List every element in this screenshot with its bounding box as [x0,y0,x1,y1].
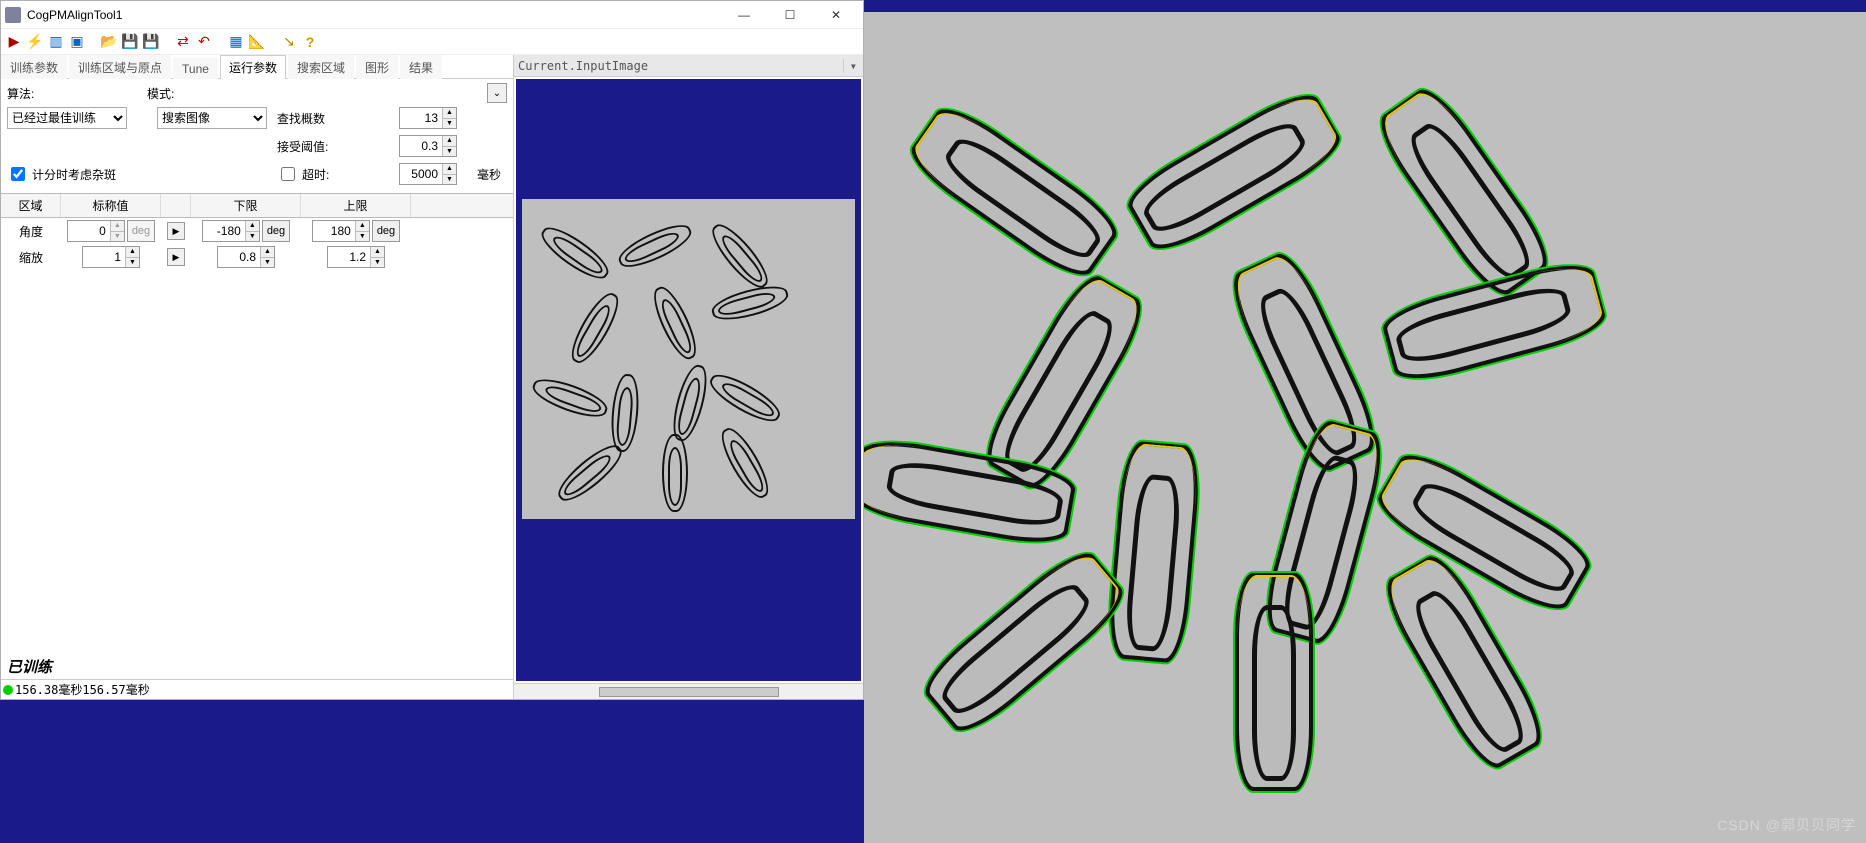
image-viewer-panel: Current.InputImage ▾ [513,55,863,699]
expand-row-button[interactable]: ▶ [167,248,185,266]
toolbar: ▶ ⚡ ▥ ▣ 📂 💾 💾 ⇄ ↶ ▦ 📐 ↘ ? [1,29,863,55]
find-count-input[interactable] [400,108,442,128]
open-icon[interactable]: 📂 [100,33,118,51]
col-header: 上限 [301,194,411,217]
score-noise-checkbox[interactable] [11,167,25,181]
page1-icon[interactable]: ▥ [47,33,65,51]
accept-spinner[interactable]: ▲▼ [399,135,457,157]
help-icon[interactable]: ? [301,33,319,51]
paperclip-shape [647,282,704,364]
paperclip-shape [614,218,696,275]
lo-spinner[interactable]: ▲▼ [202,220,260,242]
app-icon [5,7,21,23]
trained-status: 已训练 [1,654,513,679]
range-row-label: 缩放 [1,249,61,266]
tabstrip: 训练参数训练区域与原点Tune运行参数搜索区域图形结果 [1,55,513,79]
col-header [161,194,191,217]
input-image-canvas[interactable] [516,79,861,681]
paperclip-shape [714,423,776,504]
nominal-spinner[interactable]: ▲▼ [67,220,125,242]
image-scrollbar[interactable] [514,683,863,699]
output-image-canvas[interactable]: CSDN @郭贝贝同学 [864,12,1866,843]
paperclip-shape [529,372,611,423]
save-icon[interactable]: 💾 [121,33,139,51]
unit-button[interactable]: deg [127,220,155,242]
find-count-spinner[interactable]: ▲▼ [399,107,457,129]
accept-input[interactable] [400,136,442,156]
minimize-button[interactable]: — [721,2,767,28]
find-count-label: 查找概数 [277,112,325,126]
unit-button[interactable]: deg [262,220,290,242]
timing-status: 156.38毫秒156.57毫秒 [1,679,513,699]
window-title: CogPMAlignTool1 [27,8,721,22]
mode-label: 模式: [147,85,277,102]
params-panel: 训练参数训练区域与原点Tune运行参数搜索区域图形结果 算法: 模式: ⌄ 已经… [1,55,513,699]
nominal-spinner[interactable]: ▲▼ [82,246,140,268]
timeout-spinner[interactable]: ▲▼ [399,163,457,185]
score-noise-label: 计分时考虑杂斑 [32,166,116,183]
tab-3[interactable]: 运行参数 [220,55,286,79]
maximize-button[interactable]: ☐ [767,2,813,28]
col-header: 下限 [191,194,301,217]
expand-row-button[interactable]: ▶ [167,222,185,240]
algo-select[interactable]: 已经过最佳训练 [7,107,127,129]
paperclip-shape [536,220,615,286]
ruler-icon[interactable]: 📐 [248,33,266,51]
detected-paperclip [1105,439,1204,665]
disk-icon[interactable]: ▣ [68,33,86,51]
hi-spinner[interactable]: ▲▼ [327,246,385,268]
range-row: 角度▲▼deg▶▲▼deg▲▼deg [1,218,513,244]
save-as-icon[interactable]: 💾 [142,33,160,51]
titlebar: CogPMAlignTool1 — ☐ ✕ [1,1,863,29]
timeout-checkbox[interactable] [281,167,295,181]
detected-paperclip [914,541,1134,744]
numbers-icon[interactable]: ▦ [227,33,245,51]
status-dot-icon [3,685,13,695]
tab-5[interactable]: 图形 [356,55,398,79]
paperclip-shape [564,288,626,369]
swap-icon[interactable]: ⇄ [174,33,192,51]
paperclip-shape [609,373,642,453]
lo-spinner[interactable]: ▲▼ [217,246,275,268]
detected-paperclip [1234,572,1314,792]
paperclip-shape [552,438,628,508]
hi-spinner[interactable]: ▲▼ [312,220,370,242]
range-row: 缩放 ▲▼ ▶ ▲▼ ▲▼ [1,244,513,270]
image-dropdown-icon[interactable]: ▾ [843,59,863,73]
lightning-icon[interactable]: ⚡ [26,33,44,51]
watermark-text: CSDN @郭贝贝同学 [1717,815,1856,835]
paperclip-shape [667,362,712,444]
paperclip-shape [709,280,791,325]
range-row-label: 角度 [1,223,61,240]
col-header: 区域 [1,194,61,217]
timeout-unit: 毫秒 [477,168,501,182]
pointer-icon[interactable]: ↘ [280,33,298,51]
tab-4[interactable]: 搜索区域 [288,55,354,79]
paperclip-shape [662,434,688,512]
collapse-button[interactable]: ⌄ [487,83,507,103]
algo-label: 算法: [7,85,147,102]
timeout-label: 超时: [302,166,329,183]
run-icon[interactable]: ▶ [5,33,23,51]
image-source-label: Current.InputImage [518,59,648,73]
unit-button[interactable]: deg [372,220,400,242]
accept-label: 接受阈值: [277,140,328,154]
undo-icon[interactable]: ↶ [195,33,213,51]
timing-text: 156.38毫秒156.57毫秒 [15,681,150,698]
detected-paperclip [1119,82,1350,261]
paperclip-shape [705,218,775,294]
tab-1[interactable]: 训练区域与原点 [69,55,171,79]
mode-select[interactable]: 搜索图像 [157,107,267,129]
range-table: 区域标称值下限上限 角度▲▼deg▶▲▼deg▲▼deg缩放▲▼▶▲▼▲▼ [1,193,513,270]
tab-6[interactable]: 结果 [400,55,442,79]
detected-paperclip [901,96,1127,288]
close-button[interactable]: ✕ [813,2,859,28]
tab-0[interactable]: 训练参数 [1,55,67,79]
tab-2[interactable]: Tune [173,58,218,79]
col-header: 标称值 [61,194,161,217]
tool-window: CogPMAlignTool1 — ☐ ✕ ▶ ⚡ ▥ ▣ 📂 💾 💾 ⇄ ↶ … [0,0,864,700]
timeout-input[interactable] [400,164,442,184]
paperclip-shape [705,367,786,429]
